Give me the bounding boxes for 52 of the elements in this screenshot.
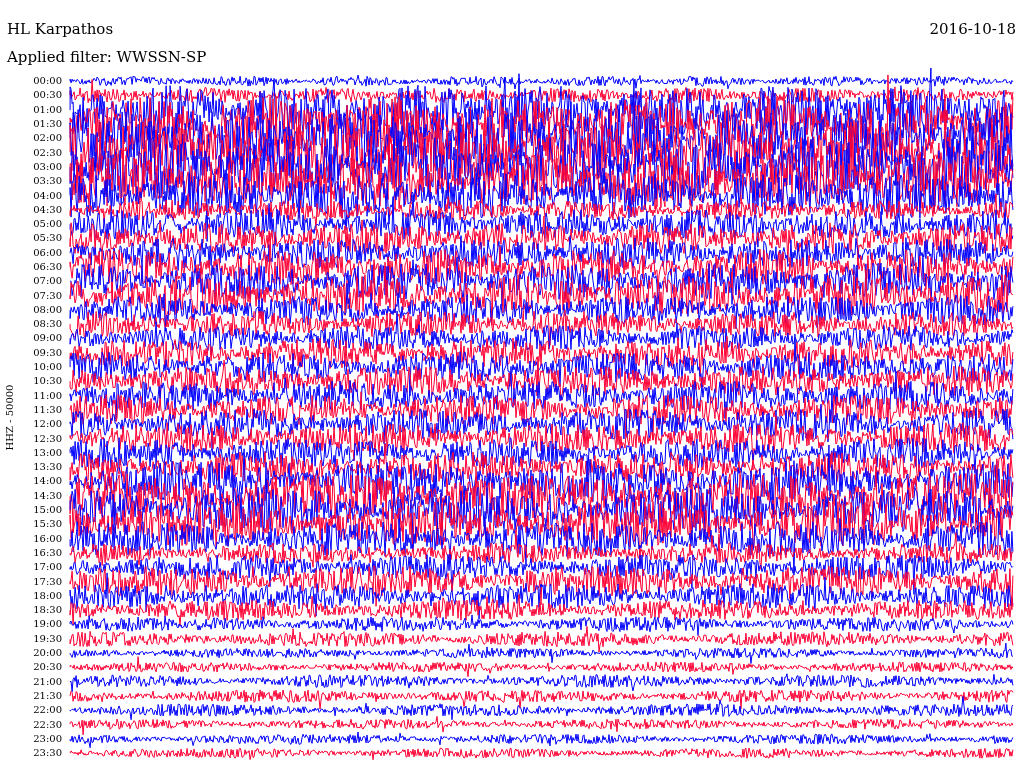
time-label: 08:00 <box>32 304 63 315</box>
time-label: 00:30 <box>32 90 63 101</box>
time-label: 03:00 <box>32 161 63 172</box>
time-label: 11:30 <box>32 404 63 415</box>
time-label: 20:30 <box>32 662 63 673</box>
time-label: 22:30 <box>32 719 63 730</box>
time-label: 12:00 <box>32 419 63 430</box>
time-label: 16:00 <box>32 533 63 544</box>
time-label: 23:30 <box>32 748 63 759</box>
time-label: 10:30 <box>32 376 63 387</box>
time-label: 17:00 <box>32 562 63 573</box>
time-label: 11:00 <box>32 390 63 401</box>
time-label: 00:00 <box>32 76 63 87</box>
date: 2016-10-18 <box>929 20 1016 38</box>
time-label: 01:30 <box>32 119 63 130</box>
time-label: 19:00 <box>32 619 63 630</box>
time-label: 01:00 <box>32 104 63 115</box>
time-label: 09:30 <box>32 347 63 358</box>
station-name: HL Karpathos <box>7 20 114 38</box>
time-label: 13:30 <box>32 462 63 473</box>
time-label: 16:30 <box>32 547 63 558</box>
time-label: 18:30 <box>32 605 63 616</box>
time-label: 17:30 <box>32 576 63 587</box>
time-label: 02:30 <box>32 147 63 158</box>
time-label: 15:30 <box>32 519 63 530</box>
time-label: 08:30 <box>32 319 63 330</box>
time-label: 21:00 <box>32 676 63 687</box>
time-label: 19:30 <box>32 633 63 644</box>
time-label: 18:00 <box>32 590 63 601</box>
time-label: 06:00 <box>32 247 63 258</box>
time-label: 22:00 <box>32 705 63 716</box>
time-label: 06:30 <box>32 262 63 272</box>
time-label: 03:30 <box>32 176 63 187</box>
time-label: 07:30 <box>32 290 63 301</box>
time-label: 20:00 <box>32 648 63 658</box>
channel-label: HHZ - 50000 <box>4 384 16 451</box>
time-label: 10:00 <box>32 362 63 373</box>
time-label: 12:30 <box>32 433 63 444</box>
time-label: 05:00 <box>32 219 63 230</box>
time-label: 23:00 <box>32 733 63 744</box>
time-label: 05:30 <box>32 233 63 244</box>
time-label: 07:00 <box>32 276 63 287</box>
time-label: 14:30 <box>32 490 63 501</box>
time-label: 02:00 <box>32 133 63 144</box>
time-label: 13:00 <box>32 447 63 458</box>
time-label: 21:30 <box>32 690 63 701</box>
time-label: 04:00 <box>32 190 63 201</box>
time-label: 09:00 <box>32 333 63 344</box>
filter-label: Applied filter: WWSSN-SP <box>7 48 207 66</box>
time-label: 14:00 <box>32 476 63 487</box>
time-label: 15:00 <box>32 505 63 516</box>
time-label: 04:30 <box>32 204 63 215</box>
